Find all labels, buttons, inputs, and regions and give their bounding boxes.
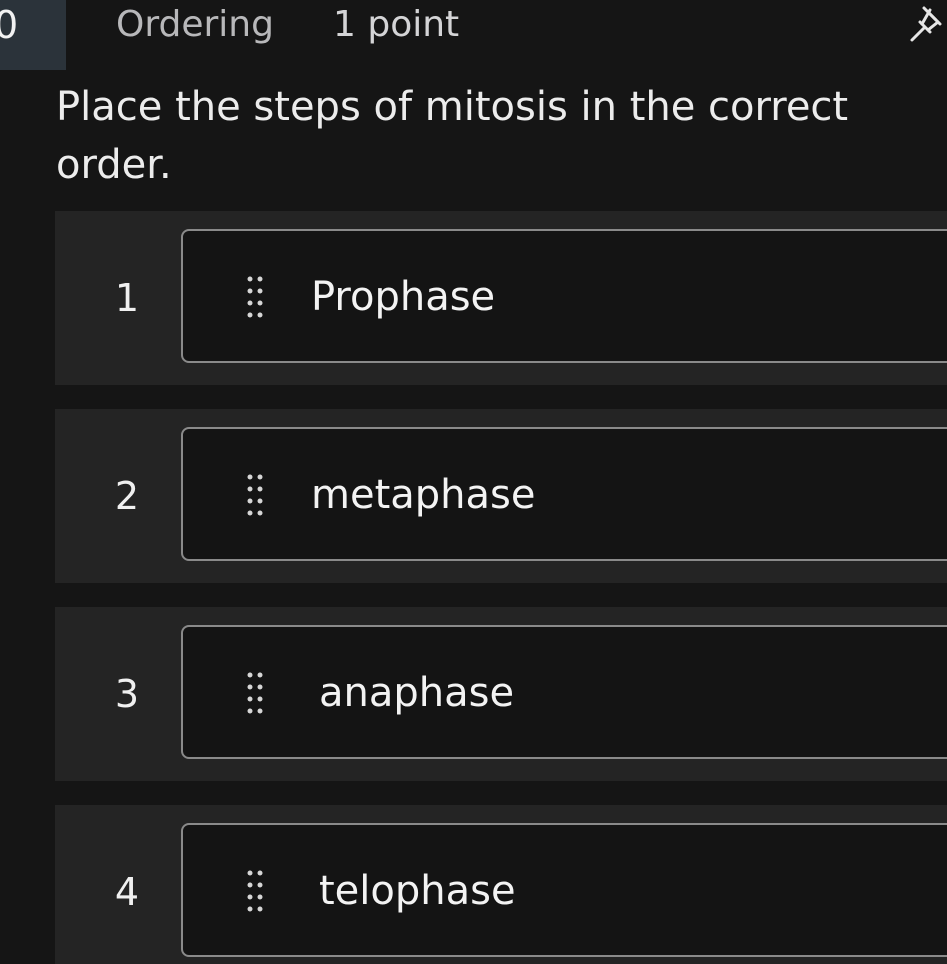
ordering-list: 1 Prophase 2 metaphase 3 anaphase 4 telo… bbox=[55, 211, 947, 964]
position-number: 2 bbox=[114, 474, 140, 518]
ordering-item-card-metaphase[interactable]: metaphase bbox=[181, 427, 947, 561]
drag-handle-icon[interactable] bbox=[243, 471, 267, 519]
ordering-item-card-telophase[interactable]: telophase bbox=[181, 823, 947, 957]
ordering-item-card-anaphase[interactable]: anaphase bbox=[181, 625, 947, 759]
ordering-row-1: 1 Prophase bbox=[55, 211, 947, 385]
question-number-box: 0 bbox=[0, 0, 66, 70]
ordering-item-card-prophase[interactable]: Prophase bbox=[181, 229, 947, 363]
ordering-item-label: Prophase bbox=[311, 274, 496, 320]
position-number: 1 bbox=[114, 276, 140, 320]
drag-handle-icon[interactable] bbox=[243, 273, 267, 321]
ordering-row-3: 3 anaphase bbox=[55, 607, 947, 781]
question-points: 1 point bbox=[333, 4, 460, 45]
ordering-item-label: telophase bbox=[319, 868, 516, 914]
question-number: 0 bbox=[0, 3, 19, 47]
pin-icon[interactable] bbox=[904, 0, 947, 48]
position-number: 3 bbox=[114, 672, 140, 716]
quiz-question-page: 0 Ordering 1 point Place the steps of mi… bbox=[0, 0, 947, 964]
ordering-row-4: 4 telophase bbox=[55, 805, 947, 964]
drag-handle-icon[interactable] bbox=[243, 669, 267, 717]
position-number: 4 bbox=[114, 870, 140, 914]
ordering-row-2: 2 metaphase bbox=[55, 409, 947, 583]
question-prompt: Place the steps of mitosis in the correc… bbox=[56, 84, 849, 188]
ordering-item-label: metaphase bbox=[311, 472, 536, 518]
drag-handle-icon[interactable] bbox=[243, 867, 267, 915]
ordering-item-label: anaphase bbox=[319, 670, 515, 716]
question-type: Ordering bbox=[116, 4, 274, 45]
